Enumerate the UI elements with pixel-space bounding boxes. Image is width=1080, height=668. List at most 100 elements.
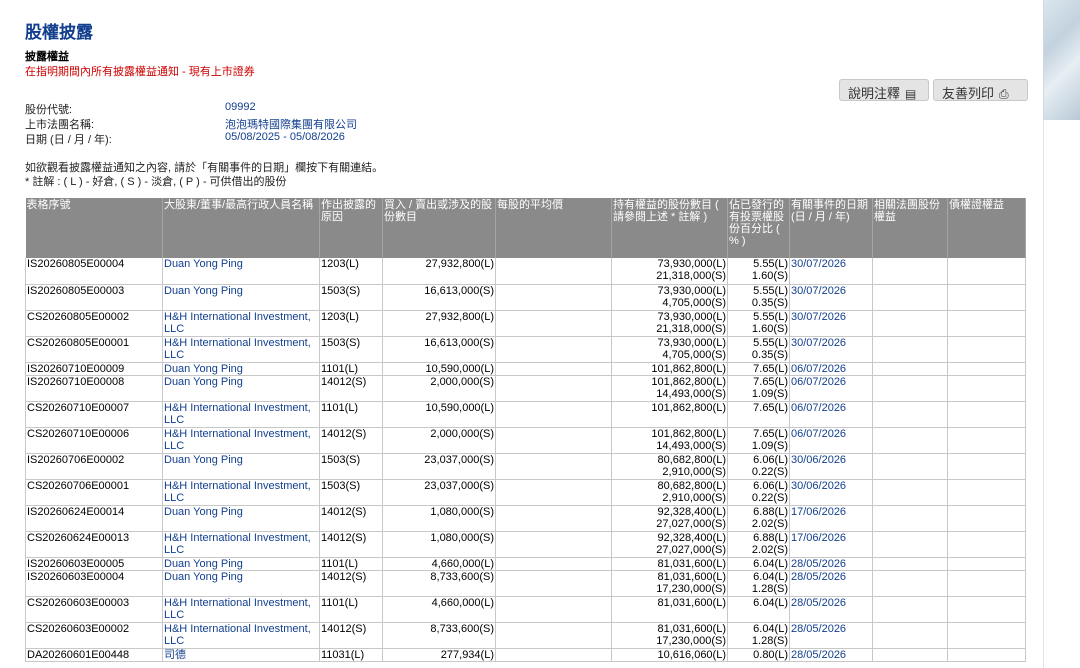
shares-involved: 8,733,600(S): [430, 570, 494, 583]
event-date-link[interactable]: 30/06/2026: [791, 454, 846, 466]
document-icon: ▤: [905, 87, 917, 101]
event-date-link[interactable]: 06/07/2026: [791, 428, 846, 440]
form-serial: CS20260805E00001: [27, 336, 130, 349]
percentage-cell: 6.06(L) 0.22(S): [727, 479, 790, 506]
event-date-link[interactable]: 30/07/2026: [791, 337, 846, 349]
shares-involved: 8,733,600(S): [430, 622, 494, 635]
notes-button[interactable]: 說明注釋 ▤: [839, 79, 929, 101]
holder-name-link[interactable]: H&H International Investment, LLC: [164, 532, 311, 556]
table-row: CS20260710E00007 H&H International Invest…: [25, 401, 1026, 428]
holder-name-link[interactable]: Duan Yong Ping: [164, 376, 243, 388]
shares-involved-cell: 27,932,800(L): [382, 310, 496, 337]
section-title: 披露權益: [25, 51, 69, 63]
reason-code: 1101(L): [321, 362, 359, 375]
shares-held-cell: 80,682,800(L) 2,910,000(S): [611, 479, 728, 506]
holder-name-link[interactable]: H&H International Investment, LLC: [164, 337, 311, 361]
form-serial: CS20260710E00007: [27, 401, 130, 414]
table-header-row: 表格序號 大股東/董事/最高行政人員名稱 作出披露的原因 買入 / 賣出或涉及的…: [25, 198, 1026, 258]
shares-involved: 10,590,000(L): [425, 362, 495, 375]
holder-name-link[interactable]: H&H International Investment, LLC: [164, 597, 311, 621]
event-date-link[interactable]: 28/05/2026: [791, 558, 846, 570]
event-date-link[interactable]: 28/05/2026: [791, 571, 846, 583]
shares-held-short: 2,910,000(S): [662, 491, 726, 504]
holder-name-link[interactable]: Duan Yong Ping: [164, 363, 243, 375]
shares-held-short: 21,318,000(S): [656, 270, 726, 282]
holder-name-link[interactable]: H&H International Investment, LLC: [164, 623, 311, 647]
shares-held-cell: 81,031,600(L) 17,230,000(S): [611, 570, 728, 597]
reason-cell: 14012(S): [319, 375, 383, 402]
event-date-link[interactable]: 17/06/2026: [791, 532, 846, 544]
reason-code: 14012(S): [321, 531, 367, 544]
percentage-short: 2.02(S): [751, 517, 788, 530]
event-date-link[interactable]: 17/06/2026: [791, 506, 846, 518]
holder-name-link[interactable]: Duan Yong Ping: [164, 571, 243, 583]
holder-name-link[interactable]: Duan Yong Ping: [164, 258, 243, 270]
form-serial-cell: CS20260805E00001: [25, 336, 163, 363]
debentures-cell: [947, 570, 1026, 597]
event-date-link[interactable]: 30/06/2026: [791, 480, 846, 492]
form-serial: CS20260805E00002: [27, 310, 130, 323]
shares-held-cell: 73,930,000(L) 21,318,000(S): [611, 310, 728, 337]
holder-name-link[interactable]: Duan Yong Ping: [164, 558, 243, 570]
header-debentures: 債權證權益: [947, 198, 1026, 258]
reason-code: 14012(S): [321, 505, 367, 518]
reason-cell: 1101(L): [319, 362, 383, 376]
debentures-cell: [947, 336, 1026, 363]
shares-held-long: 81,031,600(L): [657, 570, 727, 583]
form-serial: DA20260601E00448: [27, 648, 130, 661]
shares-held-long: 92,328,400(L): [657, 505, 727, 518]
reason-code: 1101(L): [321, 596, 359, 609]
reason-cell: 1203(L): [319, 258, 383, 285]
reason-cell: 11031(L): [319, 648, 383, 662]
company-value: 泡泡瑪特國際集團有限公司: [225, 119, 357, 131]
holder-name-link[interactable]: Duan Yong Ping: [164, 454, 243, 466]
event-date-link[interactable]: 28/05/2026: [791, 649, 846, 661]
debentures-cell: [947, 479, 1026, 506]
holder-name-link[interactable]: H&H International Investment, LLC: [164, 311, 311, 335]
event-date-link[interactable]: 30/07/2026: [791, 258, 846, 270]
event-date-link[interactable]: 30/07/2026: [791, 311, 846, 323]
shares-held-cell: 10,616,060(L): [611, 648, 728, 662]
shares-held-short: 21,318,000(S): [656, 322, 726, 335]
header-average-price: 每股的平均價: [495, 198, 612, 258]
event-date-link[interactable]: 30/07/2026: [791, 285, 846, 297]
holder-name-link[interactable]: Duan Yong Ping: [164, 506, 243, 518]
shares-held-cell: 73,930,000(L) 4,705,000(S): [611, 336, 728, 363]
shares-held-cell: 81,031,600(L): [611, 596, 728, 623]
event-date-link[interactable]: 06/07/2026: [791, 376, 846, 388]
debentures-cell: [947, 362, 1026, 376]
percentage-short: 0.35(S): [751, 296, 788, 309]
event-date-cell: 28/05/2026: [789, 570, 873, 597]
holder-name-cell: H&H International Investment, LLC: [162, 479, 320, 506]
shares-held-long: 73,930,000(L): [657, 336, 727, 349]
shares-involved-cell: 4,660,000(L): [382, 557, 496, 571]
average-price-cell: [495, 427, 612, 454]
associated-corp-cell: [872, 284, 948, 311]
event-date-link[interactable]: 06/07/2026: [791, 402, 846, 414]
reason-cell: 1503(S): [319, 453, 383, 480]
average-price-cell: [495, 401, 612, 428]
event-date-link[interactable]: 28/05/2026: [791, 623, 846, 635]
shares-involved-cell: 27,932,800(L): [382, 258, 496, 285]
holder-name-link[interactable]: H&H International Investment, LLC: [164, 402, 311, 426]
reason-code: 1101(L): [321, 401, 359, 414]
holder-name-link[interactable]: 司德: [164, 649, 186, 661]
holder-name-link[interactable]: H&H International Investment, LLC: [164, 480, 311, 504]
reason-cell: 1503(S): [319, 479, 383, 506]
event-date-link[interactable]: 06/07/2026: [791, 363, 846, 375]
event-date-cell: 06/07/2026: [789, 401, 873, 428]
holder-name-cell: 司德: [162, 648, 320, 662]
shares-involved: 23,037,000(S): [424, 453, 494, 466]
holder-name-link[interactable]: H&H International Investment, LLC: [164, 428, 311, 452]
holder-name-cell: Duan Yong Ping: [162, 570, 320, 597]
associated-corp-cell: [872, 258, 948, 285]
event-date-link[interactable]: 28/05/2026: [791, 597, 846, 609]
holder-name-link[interactable]: Duan Yong Ping: [164, 285, 243, 297]
shares-involved: 277,934(L): [440, 648, 494, 661]
percentage-long: 7.65(L): [753, 375, 788, 388]
form-serial: CS20260624E00013: [27, 531, 130, 544]
shares-held-cell: 81,031,600(L) 17,230,000(S): [611, 622, 728, 649]
holder-name-cell: H&H International Investment, LLC: [162, 531, 320, 558]
print-button[interactable]: 友善列印 ⎙: [933, 79, 1028, 101]
percentage-long: 6.88(L): [753, 531, 788, 544]
